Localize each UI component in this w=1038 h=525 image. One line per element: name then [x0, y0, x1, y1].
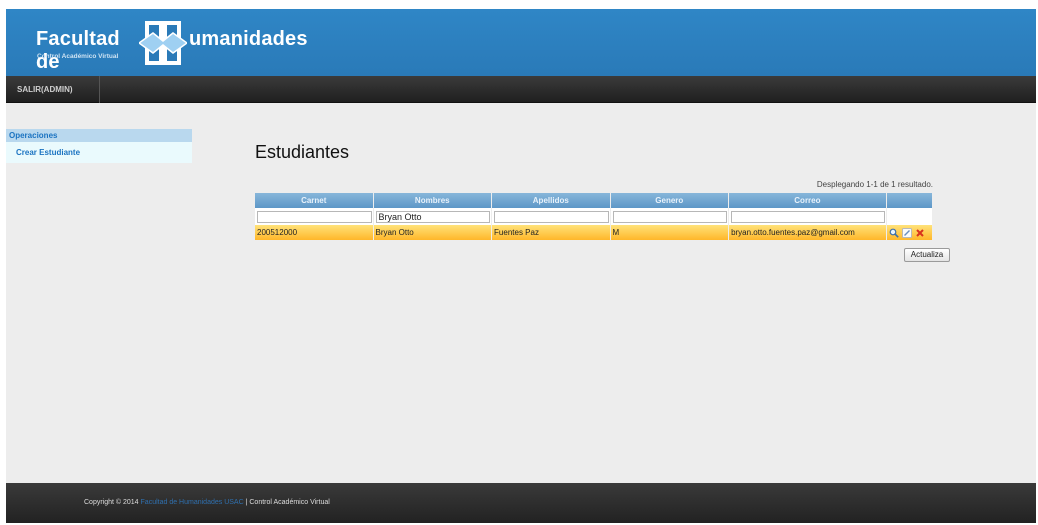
filter-apellidos-input[interactable] [494, 211, 609, 223]
logo-subtitle: Control Académico Virtual [37, 53, 119, 60]
filter-nombres-input[interactable] [375, 211, 491, 223]
row-actions [886, 225, 932, 240]
logo-text-right: umanidades [189, 28, 308, 50]
sidebar: Operaciones Crear Estudiante [6, 129, 192, 163]
footer-copyright: Copyright © 2014 Facultad de Humanidades… [84, 499, 330, 506]
header: Facultad de umanidades Control Académico… [6, 9, 1036, 76]
page-title: Estudiantes [255, 142, 350, 162]
students-table: Carnet Nombres Apellidos Genero Correo 2… [254, 193, 933, 240]
table-header-row: Carnet Nombres Apellidos Genero Correo [255, 193, 932, 208]
cell-nombres: Bryan Otto [373, 225, 492, 240]
cell-correo: bryan.otto.fuentes.paz@gmail.com [729, 225, 886, 240]
cell-genero: M [610, 225, 729, 240]
top-nav: SALIR(ADMIN) [6, 76, 1036, 103]
sidebar-heading: Operaciones [6, 129, 192, 142]
filter-correo-input[interactable] [731, 211, 885, 223]
cell-carnet: 200512000 [255, 225, 373, 240]
filter-genero-input[interactable] [612, 211, 728, 223]
create-student-link[interactable]: Crear Estudiante [6, 142, 192, 163]
footer-copyright-prefix: Copyright © 2014 [84, 499, 139, 506]
filter-row [255, 208, 932, 225]
footer-copyright-suffix: | Control Académico Virtual [245, 499, 330, 506]
footer: Copyright © 2014 Facultad de Humanidades… [6, 483, 1036, 523]
filter-carnet-input[interactable] [257, 211, 372, 223]
table-row[interactable]: 200512000 Bryan Otto Fuentes Paz M bryan… [255, 225, 932, 240]
view-icon[interactable] [889, 228, 899, 238]
logo-text-left: Facultad de [36, 28, 120, 73]
results-summary: Desplegando 1-1 de 1 resultado. [816, 180, 933, 189]
logout-link[interactable]: SALIR(ADMIN) [6, 76, 100, 103]
column-header-actions [886, 193, 932, 208]
cell-apellidos: Fuentes Paz [492, 225, 610, 240]
app-frame: Facultad de umanidades Control Académico… [6, 9, 1036, 523]
faculty-logo-icon [139, 21, 187, 65]
delete-icon[interactable] [915, 228, 925, 238]
column-header-carnet[interactable]: Carnet [255, 193, 373, 208]
column-header-apellidos[interactable]: Apellidos [492, 193, 610, 208]
edit-icon[interactable] [901, 227, 912, 238]
column-header-nombres[interactable]: Nombres [373, 193, 492, 208]
column-header-genero[interactable]: Genero [610, 193, 729, 208]
update-button[interactable]: Actualiza [904, 248, 950, 262]
filter-empty-cell [886, 208, 932, 225]
column-header-correo[interactable]: Correo [729, 193, 886, 208]
footer-faculty-link[interactable]: Facultad de Humanidades USAC [141, 499, 244, 506]
